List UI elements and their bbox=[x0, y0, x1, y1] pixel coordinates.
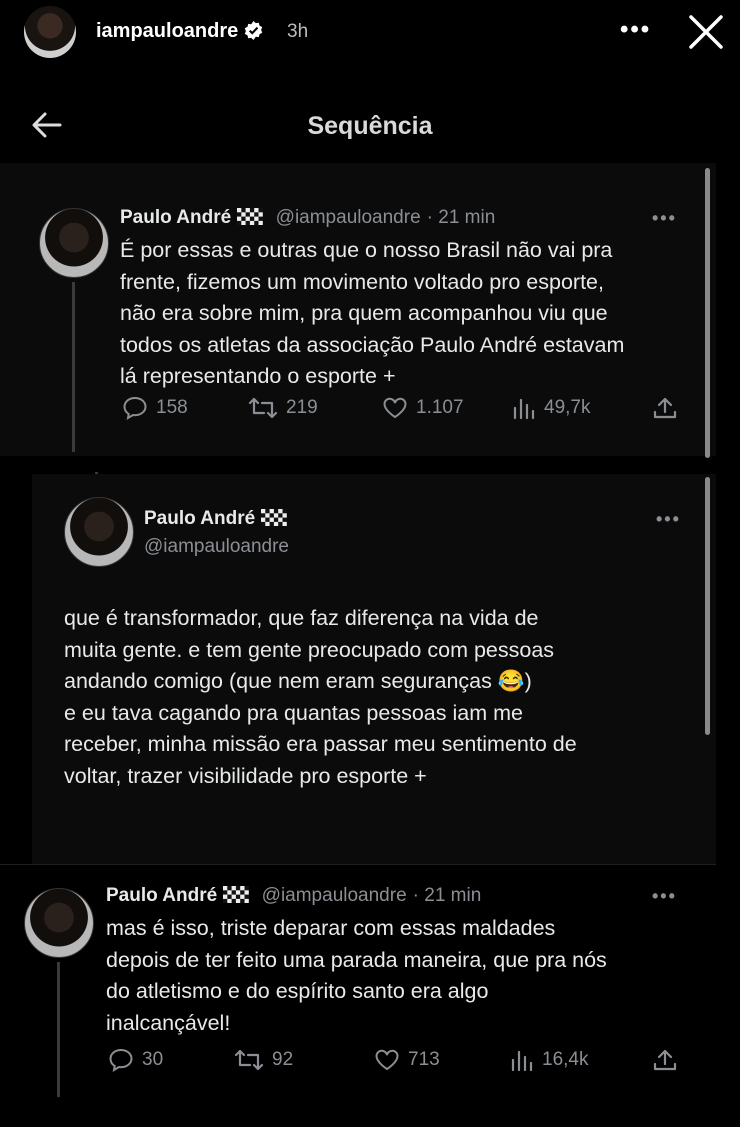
like-button[interactable]: 1.107 bbox=[382, 396, 464, 420]
like-count: 1.107 bbox=[416, 397, 464, 418]
retweet-count: 219 bbox=[286, 397, 318, 418]
author-handle[interactable]: @iampauloandre bbox=[144, 536, 289, 558]
views-icon bbox=[513, 398, 535, 420]
tweet-text: É por essas e outras que o nosso Brasil … bbox=[120, 238, 625, 388]
author-name[interactable]: Paulo André bbox=[106, 885, 217, 906]
like-count: 713 bbox=[408, 1049, 440, 1070]
retweet-icon bbox=[248, 397, 278, 419]
heart-icon bbox=[375, 1049, 399, 1071]
view-count: 16,4k bbox=[542, 1049, 589, 1070]
scrollbar[interactable] bbox=[705, 477, 710, 735]
tweet-3-header: Paulo André @iampauloandre · 21 min bbox=[106, 885, 481, 907]
tweet-more-icon[interactable]: ••• bbox=[656, 509, 681, 530]
views-button[interactable]: 16,4k bbox=[510, 1048, 588, 1072]
retweet-button[interactable]: 92 bbox=[234, 1048, 293, 1072]
author-handle[interactable]: @iampauloandre bbox=[262, 885, 407, 906]
avatar[interactable] bbox=[64, 497, 134, 567]
views-button[interactable]: 49,7k bbox=[512, 396, 590, 420]
retweet-button[interactable]: 219 bbox=[248, 396, 318, 420]
tweet-2-header: Paulo André bbox=[144, 508, 288, 530]
heart-icon bbox=[383, 397, 407, 419]
author-handle[interactable]: @iampauloandre bbox=[276, 207, 421, 228]
story-time: 3h bbox=[287, 21, 309, 42]
reply-button[interactable]: 30 bbox=[108, 1048, 163, 1072]
view-count: 49,7k bbox=[544, 397, 591, 418]
retweet-count: 92 bbox=[272, 1049, 294, 1070]
tweet-time: · 21 min bbox=[412, 885, 482, 906]
checkered-flag-icon bbox=[223, 886, 250, 903]
verified-badge-icon bbox=[245, 21, 263, 40]
share-icon[interactable] bbox=[652, 1048, 678, 1072]
story-username[interactable]: iampauloandre bbox=[96, 20, 238, 42]
like-button[interactable]: 713 bbox=[374, 1048, 440, 1072]
tweet-text: mas é isso, triste deparar com essas mal… bbox=[106, 916, 607, 1035]
avatar[interactable] bbox=[39, 208, 109, 278]
close-icon[interactable] bbox=[686, 12, 726, 52]
reply-count: 30 bbox=[142, 1049, 164, 1070]
thread-line bbox=[57, 962, 60, 1097]
retweet-icon bbox=[234, 1049, 264, 1071]
tweet-1-header: Paulo André @iampauloandre · 21 min bbox=[120, 207, 495, 229]
page-title: Sequência bbox=[307, 112, 433, 140]
reply-button[interactable]: 158 bbox=[122, 396, 188, 420]
avatar[interactable] bbox=[24, 888, 94, 958]
author-name[interactable]: Paulo André bbox=[144, 508, 255, 529]
author-name[interactable]: Paulo André bbox=[120, 207, 231, 228]
story-avatar[interactable] bbox=[24, 6, 76, 58]
divider bbox=[0, 864, 716, 865]
thread-line bbox=[72, 282, 75, 452]
tweet-more-icon[interactable]: ••• bbox=[652, 886, 677, 907]
story-username-row[interactable]: iampauloandre bbox=[96, 20, 263, 43]
views-icon bbox=[511, 1050, 533, 1072]
share-icon[interactable] bbox=[652, 396, 678, 420]
more-options-icon[interactable]: ••• bbox=[620, 16, 651, 44]
reply-icon bbox=[123, 396, 147, 420]
checkered-flag-icon bbox=[261, 509, 288, 526]
tweet-more-icon[interactable]: ••• bbox=[652, 208, 677, 229]
checkered-flag-icon bbox=[237, 208, 264, 225]
tweet-text: que é transformador, que faz diferença n… bbox=[64, 606, 577, 788]
tweet-time: · 21 min bbox=[426, 207, 496, 228]
reply-icon bbox=[109, 1048, 133, 1072]
reply-count: 158 bbox=[156, 397, 188, 418]
